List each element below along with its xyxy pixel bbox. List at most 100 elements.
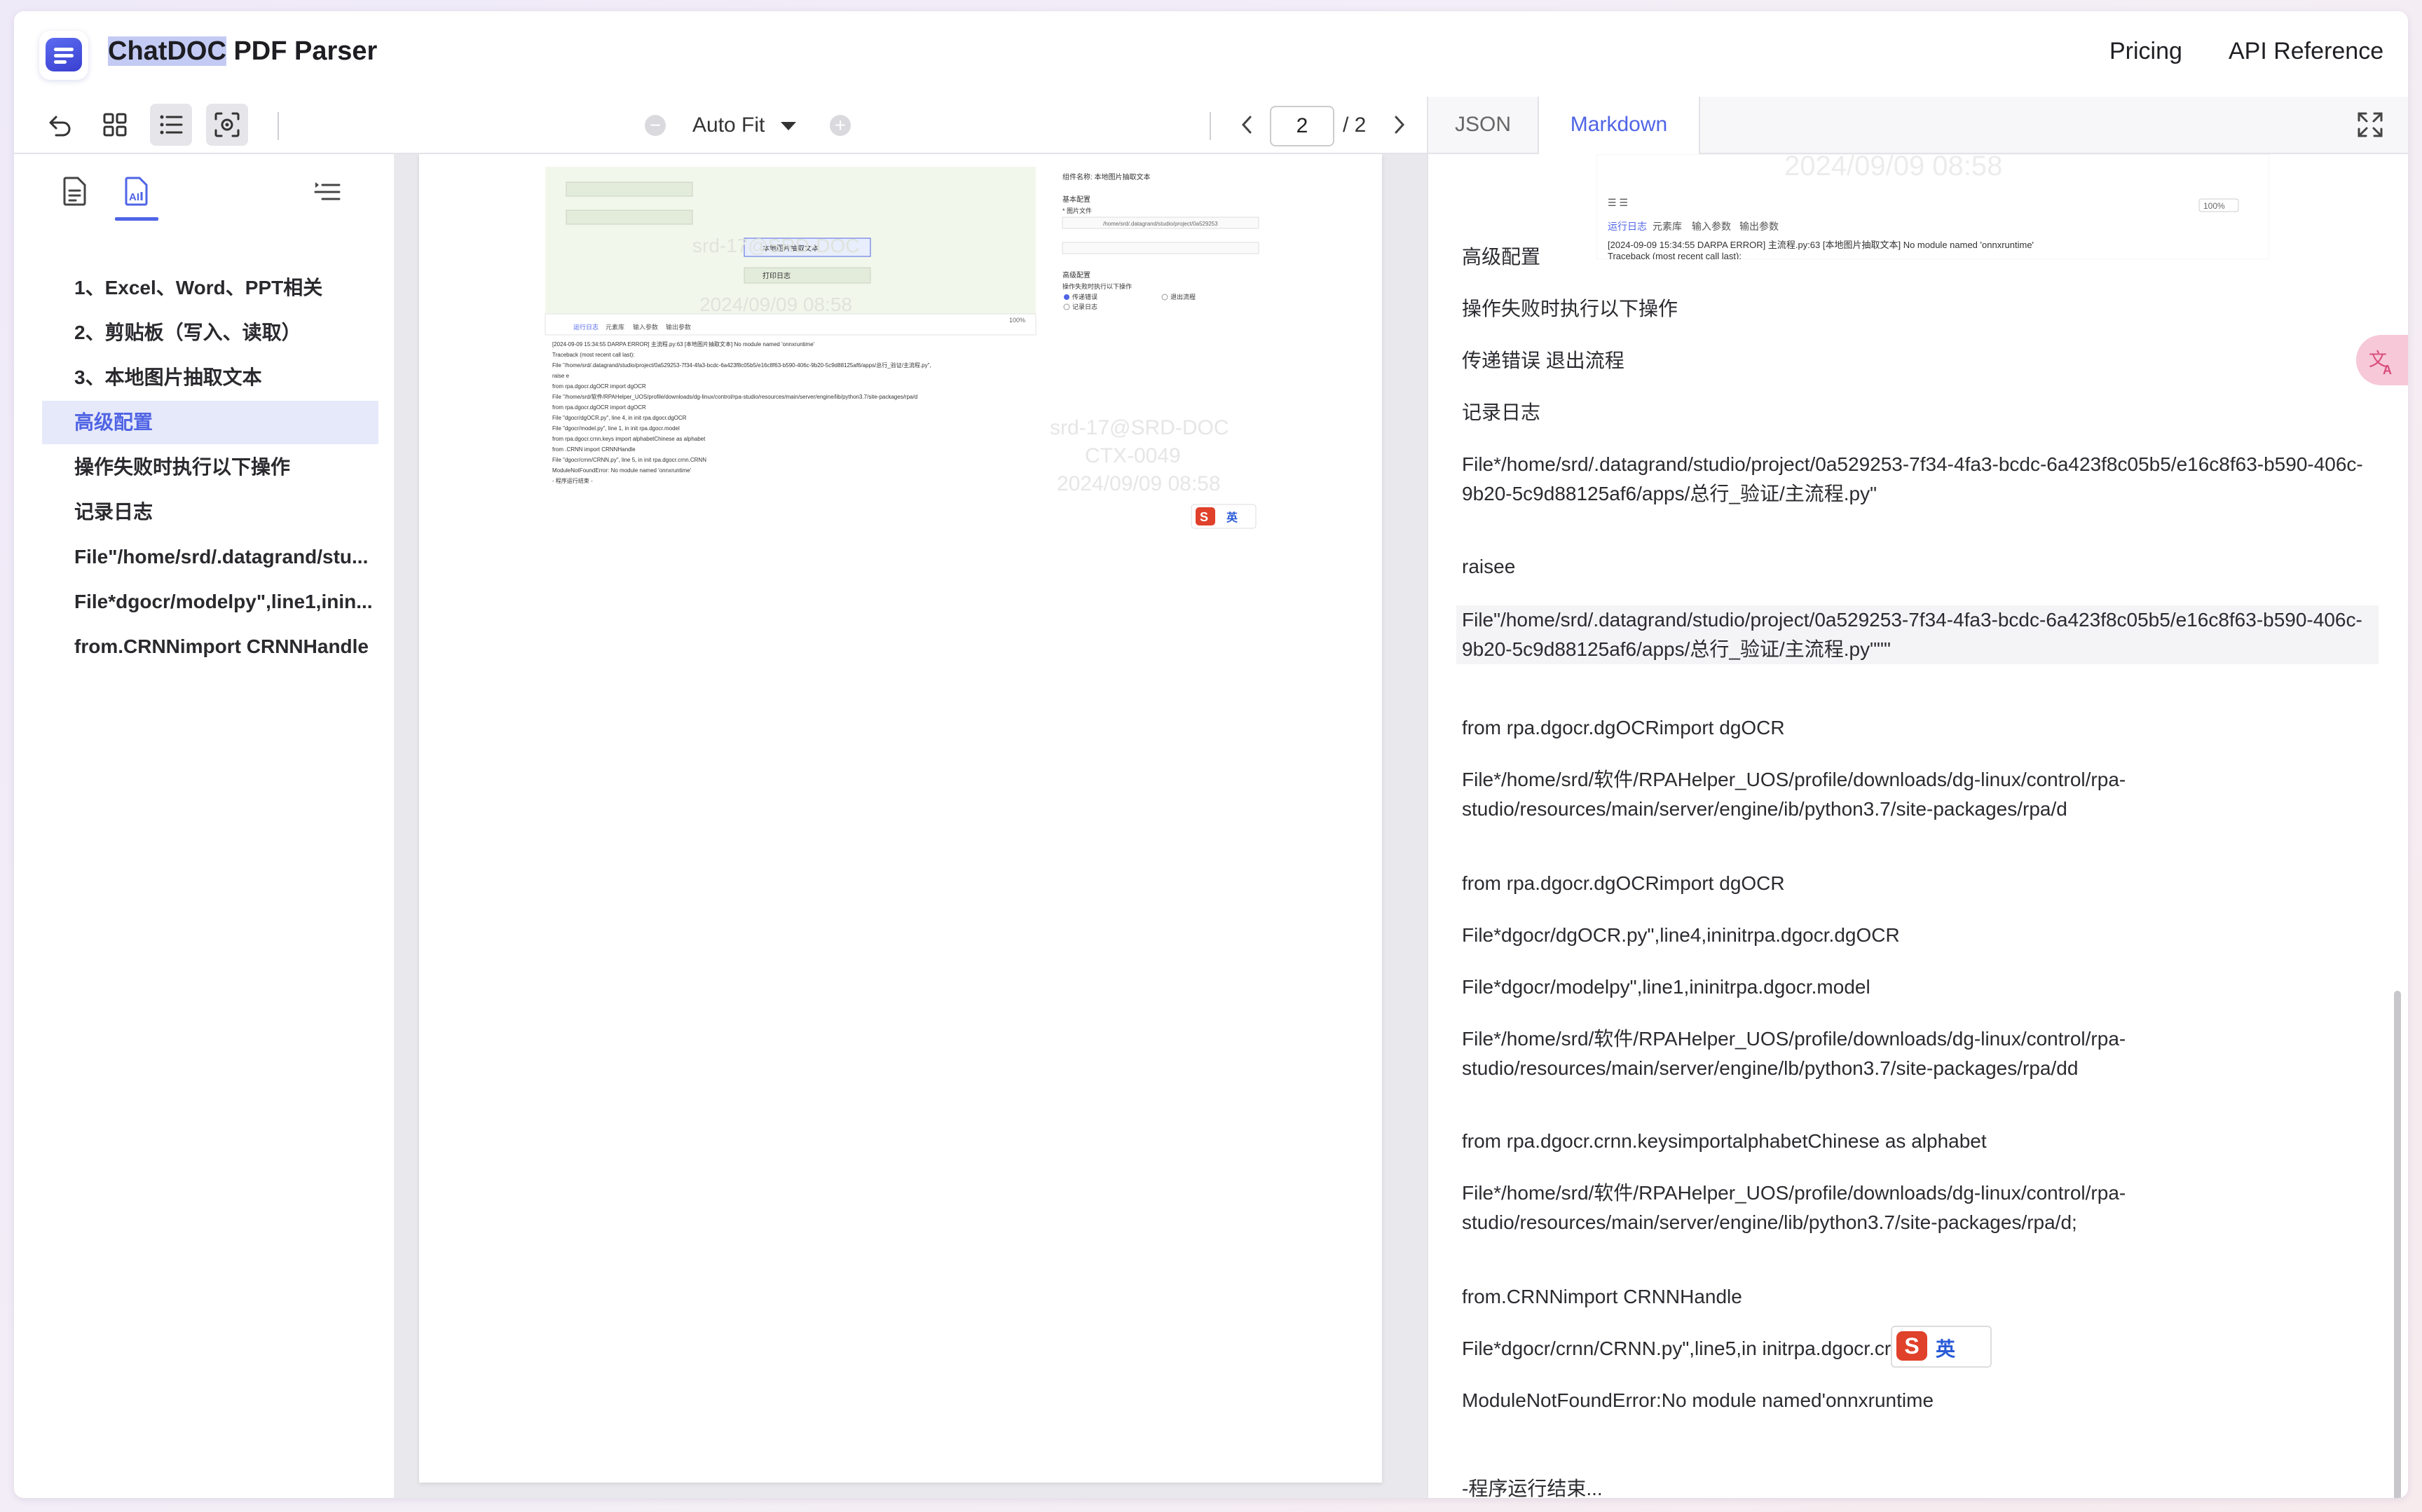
pdf-log-line: from .CRNN import CRNNHandle	[552, 446, 636, 453]
toolbar-divider	[278, 112, 279, 140]
nav-api-reference-link[interactable]: API Reference	[2229, 38, 2383, 65]
svg-text:输出参数: 输出参数	[666, 323, 691, 331]
svg-text:高级配置: 高级配置	[1062, 270, 1090, 280]
markdown-paragraph: 操作失败时执行以下操作	[1462, 298, 1678, 319]
pdf-log-line: File "dgocr/dgOCR.py", line 4, in init r…	[552, 415, 687, 421]
outline-item[interactable]: File*dgocr/modelpy",line1,inin...	[42, 580, 378, 624]
tab-json[interactable]: JSON	[1428, 97, 1538, 153]
markdown-paragraph: File*/home/srd/.datagrand/studio/project…	[1462, 453, 2363, 504]
svg-text:退出流程: 退出流程	[1170, 293, 1196, 301]
ime-badge-label: 英	[1936, 1338, 1956, 1360]
prev-page-button[interactable]	[1233, 106, 1261, 143]
markdown-paragraph: File*dgocr/modelpy",line1,ininitrpa.dgoc…	[1462, 976, 1870, 998]
svg-text:基本配置: 基本配置	[1062, 195, 1090, 204]
fullscreen-button[interactable]	[2355, 109, 2386, 140]
outline-item[interactable]: 2、剪贴板（写入、读取）	[42, 311, 378, 355]
chatdoc-logo-icon[interactable]	[39, 31, 88, 80]
result-tabs: JSON Markdown	[1428, 97, 2408, 154]
brand-title[interactable]: ChatDOC PDF Parser	[108, 36, 377, 67]
svg-text:输入参数: 输入参数	[1692, 221, 1731, 232]
toc-toggle-button[interactable]	[311, 175, 343, 207]
pdf-log-line: ModuleNotFoundError: No module named 'on…	[552, 467, 692, 474]
undo-icon	[49, 116, 71, 137]
page-number-input[interactable]: 2	[1270, 106, 1334, 146]
pdf-log-line: from rpa.dgocr.dgOCR import dgOCR	[552, 383, 646, 390]
zoom-value: Auto Fit	[692, 114, 765, 137]
outline-item[interactable]: 1、Excel、Word、PPT相关	[42, 266, 378, 310]
plus-icon: +	[834, 114, 847, 136]
svg-text:2024/09/09 08:58: 2024/09/09 08:58	[1784, 154, 2002, 181]
markdown-paragraph: ModuleNotFoundError:No module named'onnx…	[1462, 1389, 1934, 1411]
expand-icon	[2358, 112, 2383, 137]
tab-ai-parse[interactable]: AI	[121, 175, 153, 207]
pdf-log-line: raise e	[552, 373, 570, 379]
chevron-left-icon	[1241, 116, 1252, 134]
svg-text:记录日志: 记录日志	[1072, 303, 1097, 310]
toolbar-divider-2	[1210, 112, 1211, 140]
svg-text:S: S	[1200, 510, 1208, 524]
pdf-viewer[interactable]: 本地图片抽取文本 打印日志 srd-17@SRD-DOC 2024/09/09 …	[394, 154, 1427, 1498]
brand-highlight: ChatDOC	[108, 36, 226, 66]
tab-document[interactable]	[59, 175, 91, 207]
pdf-log-line: [2024-09-09 15:34:55 DARPA ERROR] 主流程.py…	[552, 341, 815, 348]
svg-text:元素库: 元素库	[1653, 221, 1682, 232]
svg-text:操作失败时执行以下操作: 操作失败时执行以下操作	[1062, 282, 1132, 290]
outline-view-button[interactable]	[150, 104, 192, 146]
markdown-paragraph: 传递错误 退出流程	[1462, 350, 1624, 371]
svg-text:输出参数: 输出参数	[1739, 221, 1779, 232]
ime-badge-image: S 英	[1891, 1326, 1992, 1368]
header: ChatDOC PDF Parser Pricing API Reference	[14, 11, 2408, 98]
svg-text:srd-17@SRD-DOC: srd-17@SRD-DOC	[1050, 416, 1229, 439]
nav-pricing-link[interactable]: Pricing	[2109, 38, 2182, 65]
app-window: ChatDOC PDF Parser Pricing API Reference…	[14, 11, 2408, 1498]
zoom-out-button[interactable]: −	[645, 115, 666, 136]
zoom-in-button[interactable]: +	[830, 115, 851, 136]
svg-text:英: 英	[1226, 511, 1238, 524]
markdown-paragraph: 记录日志	[1462, 401, 1541, 423]
markdown-paragraph: File*/home/srd/软件/RPAHelper_UOS/profile/…	[1462, 769, 2126, 820]
translate-float-button[interactable]: 文A	[2356, 335, 2408, 385]
markdown-paragraph: 高级配置	[1462, 246, 1541, 268]
outline-item[interactable]: File"/home/srd/.datagrand/stu...	[42, 535, 378, 579]
markdown-scrollbar[interactable]	[2394, 991, 2401, 1498]
translate-icon: 文A	[2369, 350, 2392, 377]
svg-text:100%: 100%	[2203, 201, 2225, 211]
grid-view-button[interactable]	[94, 104, 136, 146]
pdf-log-line: - 程序运行结束 -	[552, 477, 593, 484]
svg-text:2024/09/09 08:58: 2024/09/09 08:58	[699, 294, 852, 315]
next-page-button[interactable]	[1385, 106, 1413, 143]
pdf-log-line: File "/home/srd/软件/RPAHelper_UOS/profile…	[552, 393, 917, 400]
markdown-paragraph: File"/home/srd/.datagrand/studio/project…	[1456, 605, 2379, 664]
markdown-paragraph: -程序运行结束...	[1462, 1478, 1603, 1498]
scan-eye-icon	[214, 112, 240, 137]
tab-markdown[interactable]: Markdown	[1538, 97, 1700, 154]
markdown-content[interactable]: 2024/09/09 08:58 ☰ ☰ 运行日志 元素库 输入参数 输出参数 …	[1428, 154, 2408, 1498]
pdf-page: 本地图片抽取文本 打印日志 srd-17@SRD-DOC 2024/09/09 …	[419, 154, 1382, 1483]
svg-text:CTX-0049: CTX-0049	[1085, 444, 1181, 467]
outline-item[interactable]: 记录日志	[42, 490, 378, 534]
list-icon	[160, 115, 183, 135]
outline-item[interactable]: from.CRNNimport CRNNHandle	[42, 625, 378, 668]
svg-text:100%: 100%	[1009, 317, 1025, 324]
svg-text:传递错误: 传递错误	[1072, 293, 1097, 301]
active-tab-indicator	[115, 217, 158, 221]
sogou-logo-icon: S	[1896, 1331, 1927, 1361]
viewer-toolbar: − Auto Fit + 2 / 2	[14, 97, 1427, 154]
minus-icon: −	[649, 114, 662, 136]
svg-text:AI: AI	[129, 191, 139, 203]
undo-button[interactable]	[39, 104, 81, 146]
toc-icon	[314, 182, 341, 200]
outline-item[interactable]: 3、本地图片抽取文本	[42, 356, 378, 399]
svg-text:srd-17@SRD-DOC: srd-17@SRD-DOC	[692, 235, 859, 256]
outline-panel: AI 1、Excel、Word、PPT相关 2、剪贴板（写入、读取） 3、本地图片抽…	[14, 154, 395, 1498]
outline-item[interactable]: 操作失败时执行以下操作	[42, 446, 378, 489]
svg-text:2024/09/09 08:58: 2024/09/09 08:58	[1057, 472, 1221, 495]
detect-view-button[interactable]	[206, 104, 248, 146]
pdf-log-line: from rpa.dgocr.crnn.keys import alphabet…	[552, 436, 706, 442]
outline-item[interactable]: 高级配置	[42, 401, 378, 444]
zoom-select[interactable]: Auto Fit	[692, 114, 798, 137]
svg-text:* 图片文件: * 图片文件	[1062, 207, 1092, 214]
markdown-paragraph: from rpa.dgocr.dgOCRimport dgOCR	[1462, 872, 1785, 894]
svg-text:输入参数: 输入参数	[633, 323, 658, 331]
markdown-paragraph: raisee	[1462, 556, 1516, 577]
